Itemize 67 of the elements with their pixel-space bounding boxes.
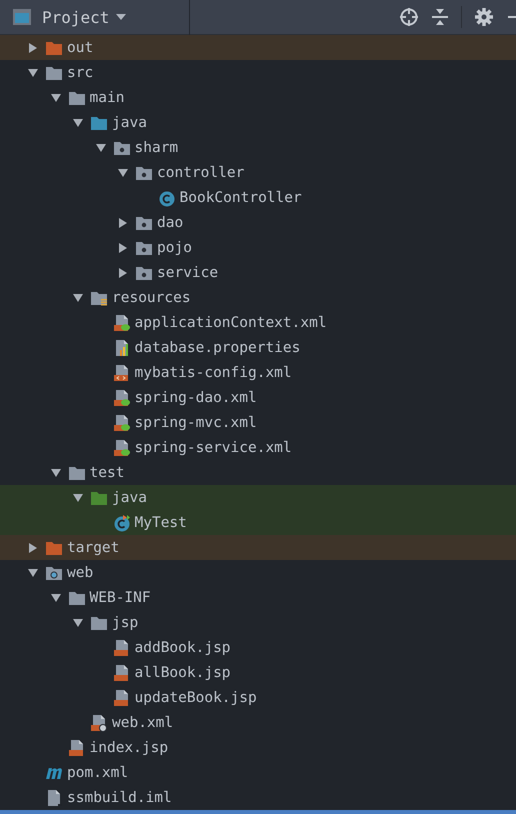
- tree-item[interactable]: target: [0, 535, 516, 560]
- expanded-arrow-icon[interactable]: [72, 292, 84, 304]
- web-xml-file-icon: [90, 714, 108, 732]
- tree-item[interactable]: web: [0, 560, 516, 585]
- tree-item[interactable]: spring-dao.xml: [0, 385, 516, 410]
- expanded-arrow-icon[interactable]: [72, 492, 84, 504]
- expanded-arrow-icon[interactable]: [50, 592, 62, 604]
- collapsed-arrow-icon[interactable]: [117, 242, 129, 254]
- jsp-file-icon: [112, 688, 130, 706]
- expanded-arrow-icon[interactable]: [50, 92, 62, 104]
- tree-item[interactable]: controller: [0, 160, 516, 185]
- tree-item[interactable]: out: [0, 35, 516, 60]
- expanded-arrow-icon[interactable]: [27, 66, 39, 78]
- tree-item[interactable]: java: [0, 110, 516, 135]
- tree-item[interactable]: allBook.jsp: [0, 660, 516, 685]
- spring-file-icon: [112, 438, 130, 456]
- tree-item[interactable]: sharm: [0, 135, 516, 160]
- class-icon: [158, 188, 176, 206]
- spring-file-icon: [112, 388, 130, 406]
- tree-item[interactable]: service: [0, 260, 516, 285]
- jsp-file-icon: [68, 738, 86, 756]
- tree-item[interactable]: test: [0, 460, 516, 485]
- module-file-icon: [45, 788, 63, 806]
- locate-icon[interactable]: [399, 7, 419, 27]
- spring-file-icon: [112, 314, 130, 332]
- tree-item[interactable]: updateBook.jsp: [0, 685, 516, 710]
- panel-title[interactable]: Project: [42, 8, 110, 26]
- tree-item[interactable]: src: [0, 60, 516, 85]
- tree-item[interactable]: resources: [0, 285, 516, 310]
- maven-icon: [46, 766, 63, 778]
- tree-item[interactable]: applicationContext.xml: [0, 310, 516, 335]
- tree-item[interactable]: pom.xml: [0, 760, 516, 785]
- tree-item[interactable]: spring-service.xml: [0, 435, 516, 460]
- tree-item[interactable]: index.jsp: [0, 735, 516, 760]
- tree-item[interactable]: BookController: [0, 185, 516, 210]
- collapsed-arrow-icon[interactable]: [27, 542, 39, 554]
- spring-file-icon: [112, 414, 130, 432]
- tree-item[interactable]: database.properties: [0, 335, 516, 360]
- tree-item[interactable]: MyTest: [0, 510, 516, 535]
- expanded-arrow-icon[interactable]: [27, 566, 39, 578]
- settings-icon[interactable]: [474, 7, 494, 27]
- tree-item[interactable]: addBook.jsp: [0, 635, 516, 660]
- collapse-all-icon[interactable]: [431, 7, 449, 27]
- expanded-arrow-icon[interactable]: [50, 466, 62, 478]
- collapsed-arrow-icon[interactable]: [117, 216, 129, 228]
- expanded-arrow-icon[interactable]: [117, 166, 129, 178]
- tree-item[interactable]: WEB-INF: [0, 585, 516, 610]
- collapsed-arrow-icon[interactable]: [117, 266, 129, 278]
- collapsed-arrow-icon[interactable]: [27, 42, 39, 54]
- tree-item[interactable]: java: [0, 485, 516, 510]
- jsp-file-icon: [112, 664, 130, 682]
- window-icon: [12, 8, 32, 26]
- test-class-icon: [112, 514, 130, 532]
- tree-item[interactable]: pojo: [0, 235, 516, 260]
- tree-item[interactable]: dao: [0, 210, 516, 235]
- dropdown-caret-icon[interactable]: [115, 13, 128, 21]
- tree-item[interactable]: ssmbuild.iml: [0, 785, 516, 810]
- tree-item[interactable]: jsp: [0, 610, 516, 635]
- tree-item[interactable]: spring-mvc.xml: [0, 410, 516, 435]
- tree-item[interactable]: mybatis-config.xml: [0, 360, 516, 385]
- jsp-file-icon: [112, 638, 130, 656]
- tree-item[interactable]: web.xml: [0, 710, 516, 735]
- expanded-arrow-icon[interactable]: [72, 116, 84, 128]
- expanded-arrow-icon[interactable]: [72, 616, 84, 628]
- expanded-arrow-icon[interactable]: [94, 142, 106, 154]
- xml-file-icon: [112, 364, 130, 382]
- tree-item[interactable]: main: [0, 85, 516, 110]
